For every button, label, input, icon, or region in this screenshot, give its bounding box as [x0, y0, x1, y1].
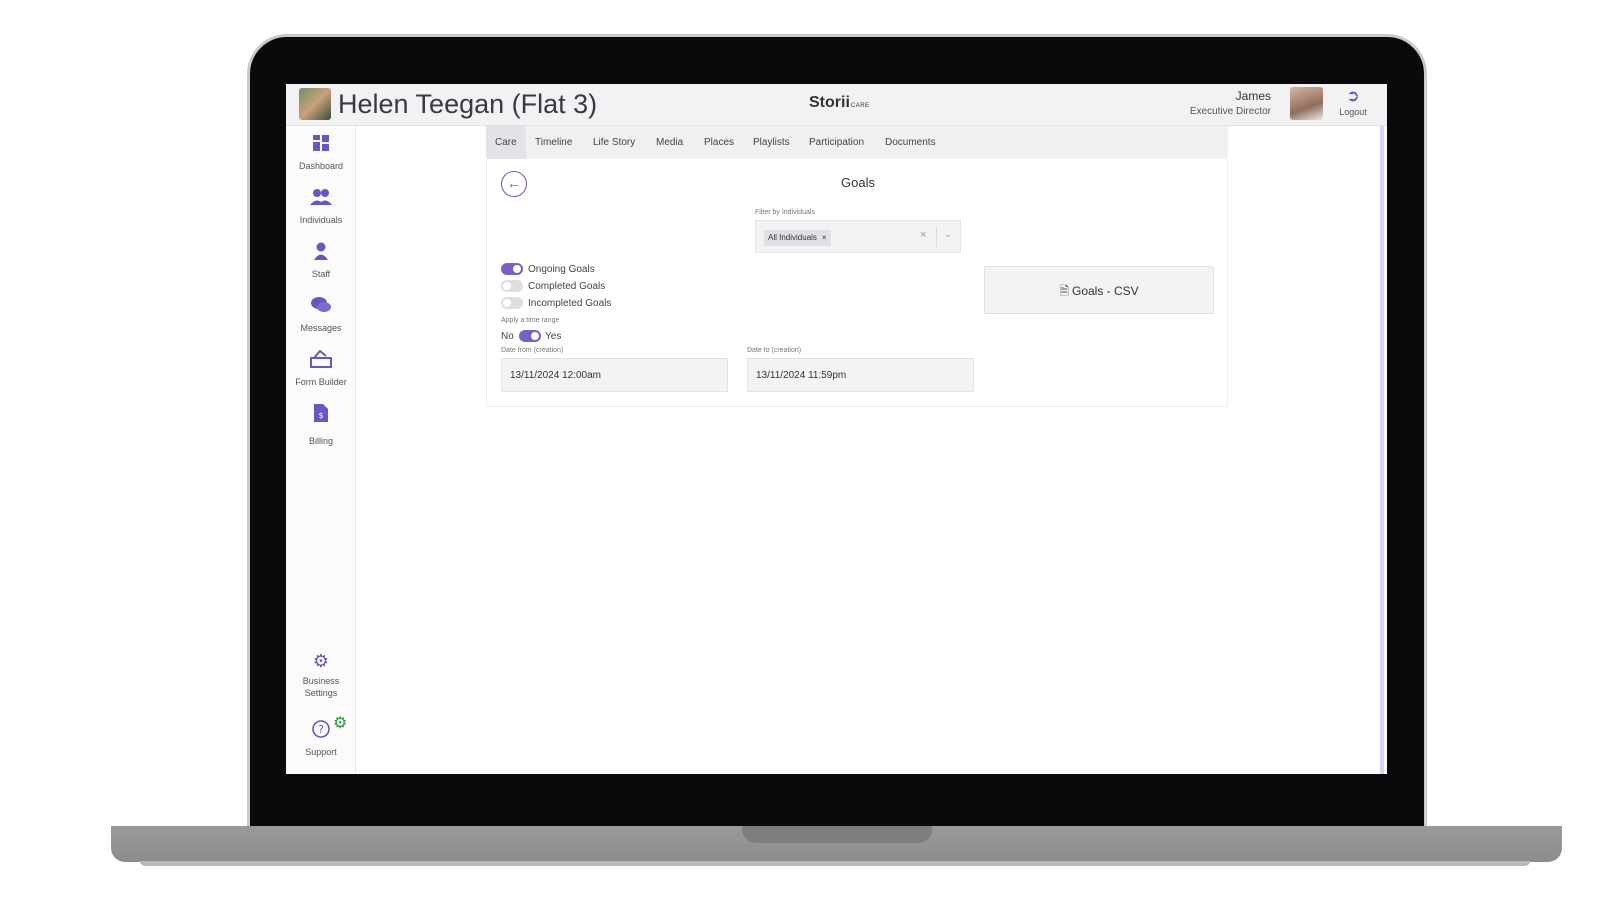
clear-icon[interactable]: ×: [920, 229, 926, 241]
tab-media[interactable]: Media: [647, 126, 692, 159]
staff-icon: [286, 242, 356, 265]
back-button[interactable]: ←: [501, 171, 527, 197]
sidebar-item-support[interactable]: ? ⚙ Support: [286, 715, 356, 758]
sidebar-item-form-builder[interactable]: Form Builder: [286, 349, 356, 388]
logout-button[interactable]: ➲ Logout: [1331, 87, 1375, 117]
chip-remove-icon[interactable]: ×: [822, 233, 827, 242]
tab-life-story[interactable]: Life Story: [584, 126, 644, 159]
ongoing-goals-toggle[interactable]: [501, 263, 523, 275]
filter-label: Filter by Individuals: [755, 209, 815, 216]
brand-name: Storii: [809, 94, 850, 111]
brand-sub: CARE: [850, 103, 870, 109]
tab-documents[interactable]: Documents: [876, 126, 945, 159]
filter-chip-label: All Individuals: [768, 233, 817, 242]
user-avatar[interactable]: [1290, 87, 1323, 120]
tab-timeline[interactable]: Timeline: [526, 126, 581, 159]
logout-label: Logout: [1339, 107, 1367, 117]
support-badge-icon: ⚙: [333, 715, 348, 732]
app-screen: Helen Teegan (Flat 3) StoriiCARE James E…: [286, 84, 1387, 774]
toggle-knob: [503, 282, 511, 290]
person-avatar: [299, 88, 331, 120]
brand-logo: StoriiCARE: [809, 94, 870, 112]
date-to-field[interactable]: 13/11/2024 11:59pm: [747, 358, 974, 392]
chevron-down-icon[interactable]: ⌄: [944, 229, 952, 240]
ongoing-goals-label: Ongoing Goals: [528, 264, 595, 275]
page-title: Goals: [841, 175, 875, 190]
dashboard-icon: [286, 134, 356, 157]
filter-divider: [936, 227, 937, 247]
toggle-knob: [531, 332, 539, 340]
toggle-knob: [513, 265, 521, 273]
time-range-yes-label: Yes: [545, 331, 562, 342]
tab-bar: Care Timeline Life Story Media Places Pl…: [486, 126, 1228, 159]
toggle-knob: [503, 299, 511, 307]
user-role: Executive Director: [1189, 106, 1271, 117]
sidebar-item-staff[interactable]: Staff: [286, 242, 356, 280]
date-from-label: Date from (creation): [501, 347, 564, 354]
goals-csv-button[interactable]: 🗎 Goals - CSV: [984, 266, 1214, 314]
goals-csv-label: Goals - CSV: [1071, 284, 1139, 298]
time-range-no-label: No: [501, 331, 514, 342]
sidebar-item-dashboard[interactable]: Dashboard: [286, 134, 356, 172]
sidebar-item-label: Form Builder: [295, 377, 347, 387]
svg-text:?: ?: [318, 723, 324, 736]
sidebar-item-individuals[interactable]: Individuals: [286, 188, 356, 226]
sidebar-item-messages[interactable]: Messages: [286, 296, 356, 334]
time-range-label: Apply a time range: [501, 317, 560, 324]
date-from-field[interactable]: 13/11/2024 12:00am: [501, 358, 728, 392]
sidebar-item-business-settings[interactable]: ⚙ Business Settings: [286, 650, 356, 699]
tab-participation[interactable]: Participation: [800, 126, 873, 159]
screen-edge: [1380, 126, 1384, 774]
sidebar-item-label: Support: [305, 747, 337, 757]
sidebar-item-label: Individuals: [299, 215, 343, 225]
date-to-label: Date to (creation): [747, 347, 802, 354]
gear-icon: ⚙: [312, 651, 330, 671]
individuals-icon: [286, 188, 356, 211]
laptop-notch: [742, 826, 932, 843]
sidebar-item-label: Messages: [300, 323, 342, 333]
filter-chip: All Individuals ×: [764, 230, 831, 246]
csv-file-icon: 🗎: [1059, 284, 1069, 298]
arrow-left-icon: ←: [507, 175, 521, 191]
laptop-base-shadow: [140, 861, 1530, 866]
incompleted-goals-label: Incompleted Goals: [528, 298, 612, 309]
person-name: Helen Teegan (Flat 3): [338, 89, 598, 119]
incompleted-goals-toggle[interactable]: [501, 297, 523, 309]
sidebar-item-label: Billing: [308, 436, 333, 446]
tab-places[interactable]: Places: [695, 126, 743, 159]
completed-goals-label: Completed Goals: [528, 281, 606, 292]
svg-text:$: $: [318, 411, 323, 420]
top-bar: Helen Teegan (Flat 3) StoriiCARE James E…: [286, 84, 1387, 126]
tab-care[interactable]: Care: [486, 126, 526, 159]
messages-icon: [286, 296, 356, 319]
sidebar-item-billing[interactable]: $ Billing: [286, 404, 356, 447]
billing-icon: $: [286, 404, 356, 427]
time-range-toggle[interactable]: [519, 330, 541, 342]
sidebar-item-label: Staff: [311, 269, 331, 279]
goals-panel: ← Goals Filter by Individuals All Indivi…: [486, 159, 1228, 407]
sidebar-item-label: Business Settings: [302, 676, 340, 698]
individuals-filter-select[interactable]: All Individuals × × ⌄: [755, 220, 961, 253]
tab-playlists[interactable]: Playlists: [744, 126, 799, 159]
sidebar-item-label: Dashboard: [298, 161, 344, 171]
user-name: James: [1235, 89, 1271, 103]
logout-icon: ➲: [1346, 88, 1360, 105]
form-builder-icon: [286, 349, 356, 373]
completed-goals-toggle[interactable]: [501, 280, 523, 292]
sidebar: Dashboard Individuals Staff Messages For…: [286, 126, 356, 774]
